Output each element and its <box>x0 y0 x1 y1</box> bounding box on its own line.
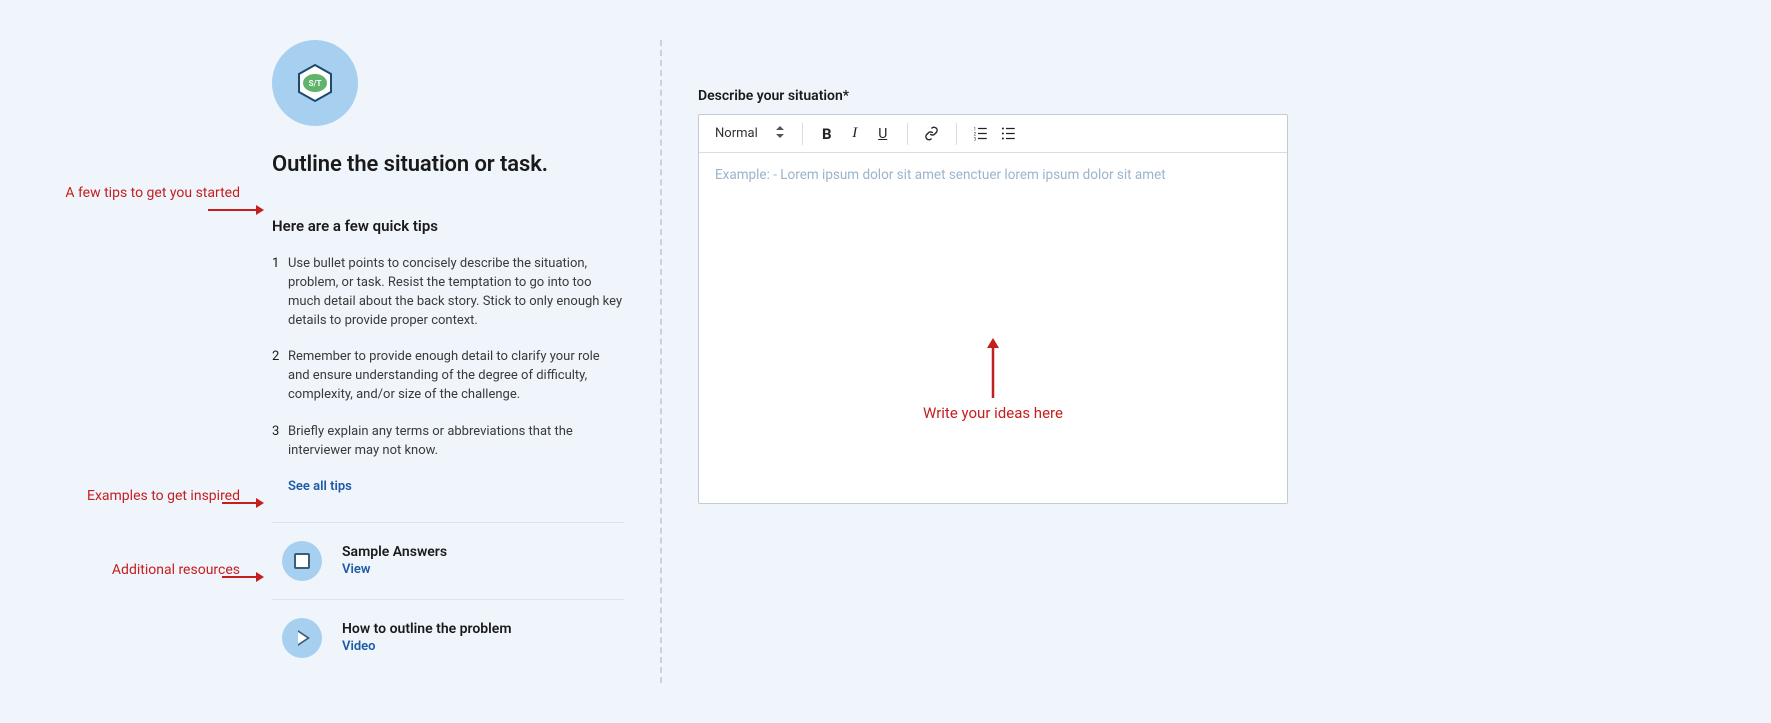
editor-textarea[interactable]: Example: - Lorem ipsum dolor sit amet se… <box>699 153 1287 503</box>
annotation-tips: A few tips to get you started <box>20 185 240 201</box>
field-label: Describe your situation* <box>698 88 1288 104</box>
resource-action-link[interactable]: Video <box>342 639 512 654</box>
resource-title: How to outline the problem <box>342 621 512 637</box>
italic-button[interactable]: I <box>843 122 867 146</box>
bold-button[interactable]: B <box>815 122 839 146</box>
resource-title: Sample Answers <box>342 544 447 560</box>
tip-text: Briefly explain any terms or abbreviatio… <box>288 423 624 461</box>
annotation-resources: Additional resources <box>20 562 240 578</box>
arrow-right-icon <box>222 496 264 514</box>
tip-item: 2 Remember to provide enough detail to c… <box>272 348 624 405</box>
tip-item: 3 Briefly explain any terms or abbreviat… <box>272 423 624 461</box>
svg-text:S/T: S/T <box>309 79 322 88</box>
resource-how-to-outline[interactable]: How to outline the problem Video <box>272 600 624 676</box>
rich-text-editor: Normal B I U <box>698 114 1288 504</box>
st-hex-icon: S/T <box>295 63 335 103</box>
unordered-list-button[interactable] <box>997 122 1021 146</box>
link-button[interactable] <box>920 122 944 146</box>
left-annotation-column: A few tips to get you started Examples t… <box>20 40 260 683</box>
ordered-list-button[interactable]: 1 2 3 <box>969 122 993 146</box>
tips-list: 1 Use bullet points to concisely describ… <box>272 255 624 494</box>
arrow-right-icon <box>222 570 264 588</box>
svg-text:1: 1 <box>974 127 976 132</box>
document-icon <box>282 541 322 581</box>
annotation-resources-text: Additional resources <box>112 562 240 578</box>
toolbar-separator <box>802 123 803 145</box>
resource-sample-answers[interactable]: Sample Answers View <box>272 523 624 600</box>
arrow-right-icon <box>208 203 264 221</box>
st-badge: S/T <box>272 40 358 126</box>
editor-toolbar: Normal B I U <box>699 115 1287 153</box>
tip-text: Remember to provide enough detail to cla… <box>288 348 624 405</box>
tip-item: 1 Use bullet points to concisely describ… <box>272 255 624 330</box>
format-select[interactable]: Normal <box>709 126 790 141</box>
annotation-tips-text: A few tips to get you started <box>65 185 240 201</box>
tip-number: 1 <box>272 255 288 330</box>
play-icon <box>282 618 322 658</box>
svg-text:3: 3 <box>974 137 977 141</box>
chevron-updown-icon <box>776 126 784 141</box>
annotation-examples-text: Examples to get inspired <box>87 488 240 504</box>
vertical-divider <box>660 40 662 683</box>
arrow-up-icon <box>986 338 1000 398</box>
tip-text: Use bullet points to concisely describe … <box>288 255 624 330</box>
see-all-tips-link[interactable]: See all tips <box>288 479 624 494</box>
right-panel: Describe your situation* Normal B I U <box>698 40 1288 683</box>
page-title: Outline the situation or task. <box>272 152 624 177</box>
toolbar-separator <box>956 123 957 145</box>
resource-action-link[interactable]: View <box>342 562 447 577</box>
tip-number: 2 <box>272 348 288 405</box>
annotation-examples: Examples to get inspired <box>20 488 240 504</box>
format-selected-value: Normal <box>715 126 758 141</box>
annotation-write-here-text: Write your ideas here <box>923 404 1063 422</box>
toolbar-separator <box>907 123 908 145</box>
underline-button[interactable]: U <box>871 122 895 146</box>
editor-placeholder: Example: - Lorem ipsum dolor sit amet se… <box>715 167 1271 183</box>
svg-text:2: 2 <box>974 132 977 137</box>
tips-header: Here are a few quick tips <box>272 217 624 235</box>
tip-number: 3 <box>272 423 288 461</box>
annotation-write-here: Write your ideas here <box>699 338 1287 422</box>
left-panel: S/T Outline the situation or task. Here … <box>272 40 624 683</box>
